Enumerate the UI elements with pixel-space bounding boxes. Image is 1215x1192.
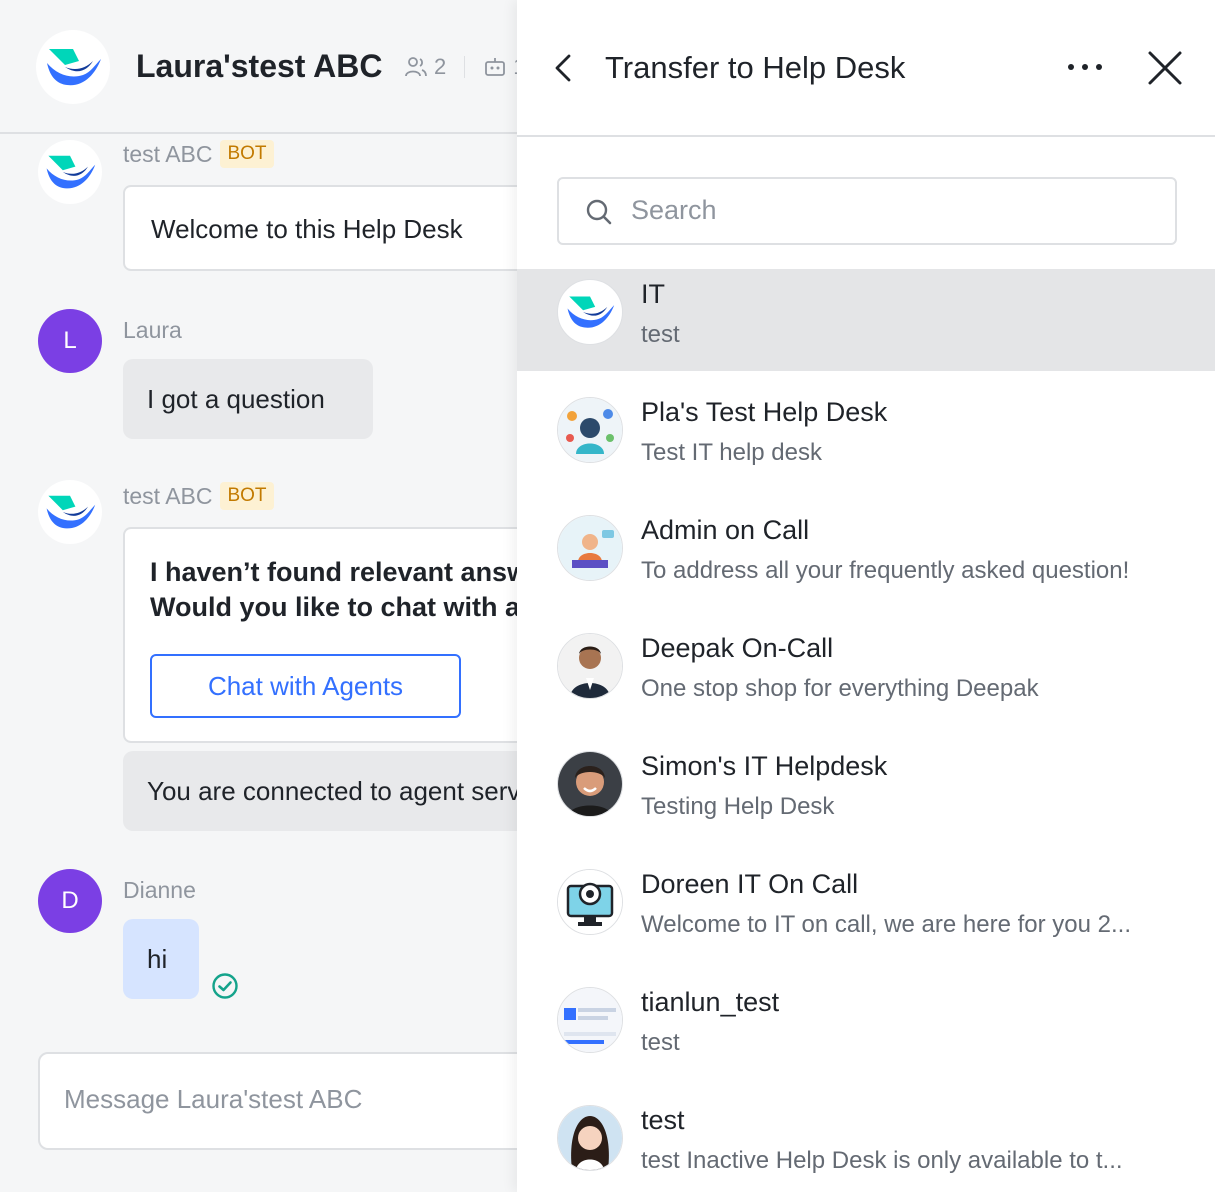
read-check-icon: [212, 973, 238, 999]
help-desk-description: Test IT help desk: [641, 439, 822, 466]
message-bubble: I got a question: [123, 359, 373, 439]
help-desk-name: Doreen IT On Call: [641, 869, 859, 899]
search-icon: [586, 199, 612, 225]
help-desk-name: Pla's Test Help Desk: [641, 397, 888, 427]
feishu-logo-icon: [47, 49, 101, 86]
sender-line: test ABC BOT: [123, 140, 274, 168]
back-icon[interactable]: [549, 48, 579, 88]
bot-icon: [485, 58, 506, 76]
feishu-logo-icon: [46, 155, 96, 189]
help-desk-description: To address all your frequently asked que…: [641, 557, 1130, 584]
bot-tag: BOT: [220, 140, 274, 168]
sender-line: Dianne: [123, 877, 196, 904]
help-desk-avatar: [557, 279, 623, 345]
bot-tag: BOT: [220, 482, 274, 510]
help-desk-name: Admin on Call: [641, 515, 810, 545]
transfer-panel: Transfer to Help Desk IT test: [517, 0, 1215, 1192]
panel-header: Transfer to Help Desk: [517, 0, 1215, 137]
gear-monitor-icon: [558, 870, 622, 934]
sender-name: test ABC: [123, 482, 213, 509]
operator-illustration-icon: [558, 516, 622, 580]
help-desk-name: test: [641, 1105, 685, 1135]
help-desk-name: Deepak On-Call: [641, 633, 834, 663]
help-desk-item[interactable]: Deepak On-Call One stop shop for everyth…: [517, 623, 1215, 741]
chat-meta: 2 1: [404, 54, 526, 80]
help-desk-item[interactable]: test test Inactive Help Desk is only ava…: [517, 1095, 1215, 1192]
search-box[interactable]: [557, 177, 1177, 245]
help-desk-name: Simon's IT Helpdesk: [641, 751, 888, 781]
help-desk-avatar: [557, 987, 623, 1053]
help-desk-item[interactable]: Admin on Call To address all your freque…: [517, 505, 1215, 623]
avatar[interactable]: L: [38, 309, 102, 373]
bot-avatar[interactable]: [38, 140, 102, 204]
meta-divider: [464, 56, 466, 78]
help-desk-description: test: [641, 321, 680, 348]
feishu-logo-icon: [46, 495, 96, 529]
help-desk-item[interactable]: Doreen IT On Call Welcome to IT on call,…: [517, 859, 1215, 977]
help-desk-avatar: [557, 633, 623, 699]
message-text: Welcome to this Help Desk: [151, 214, 463, 244]
chat-title: Laura'stest ABC: [136, 48, 383, 84]
help-desk-item[interactable]: Pla's Test Help Desk Test IT help desk: [517, 387, 1215, 505]
support-illustration-icon: [558, 398, 622, 462]
help-desk-description: Testing Help Desk: [641, 793, 835, 820]
search-input[interactable]: [631, 195, 1151, 226]
help-desk-description: test: [641, 1029, 680, 1056]
help-desk-avatar: [557, 515, 623, 581]
help-desk-avatar: [557, 397, 623, 463]
bot-avatar[interactable]: [38, 480, 102, 544]
person-photo-icon: [558, 634, 622, 698]
notice-text: You are connected to agent service: [147, 776, 554, 806]
help-desk-description: One stop shop for everything Deepak: [641, 675, 1039, 702]
help-desk-item[interactable]: IT test: [517, 269, 1215, 371]
message-bubble: hi: [123, 919, 199, 999]
members-icon: [405, 57, 427, 77]
panel-title: Transfer to Help Desk: [605, 50, 906, 85]
sender-name: Dianne: [123, 877, 196, 903]
more-icon[interactable]: [1063, 50, 1107, 84]
member-count: 2: [434, 54, 447, 79]
help-desk-description: test Inactive Help Desk is only availabl…: [641, 1147, 1123, 1174]
help-desk-item[interactable]: Simon's IT Helpdesk Testing Help Desk: [517, 741, 1215, 859]
message-text: hi: [147, 944, 168, 974]
help-desk-avatar: [557, 869, 623, 935]
avatar[interactable]: D: [38, 869, 102, 933]
help-desk-name: tianlun_test: [641, 987, 780, 1017]
help-desk-avatar: [557, 1105, 623, 1171]
help-desk-list: IT test Pla's Test Help Desk Test IT hel…: [517, 269, 1215, 1192]
help-desk-item[interactable]: tianlun_test test: [517, 977, 1215, 1095]
group-avatar[interactable]: [36, 30, 110, 104]
person-photo-icon: [558, 1106, 622, 1170]
screenshot-thumbnail-icon: [558, 988, 622, 1052]
sender-name: test ABC: [123, 140, 213, 167]
help-desk-name: IT: [641, 279, 665, 309]
sender-line: test ABC BOT: [123, 482, 274, 510]
feishu-logo-icon: [567, 296, 615, 328]
message-card: Welcome to this Help Desk: [123, 185, 583, 271]
sender-name: Laura: [123, 317, 182, 343]
chat-with-agents-button[interactable]: Chat with Agents: [150, 654, 461, 718]
help-desk-description: Welcome to IT on call, we are here for y…: [641, 911, 1132, 938]
message-text: I got a question: [147, 384, 325, 414]
person-photo-icon: [558, 752, 622, 816]
help-desk-avatar: [557, 751, 623, 817]
close-icon[interactable]: [1145, 48, 1185, 88]
sender-line: Laura: [123, 317, 182, 344]
